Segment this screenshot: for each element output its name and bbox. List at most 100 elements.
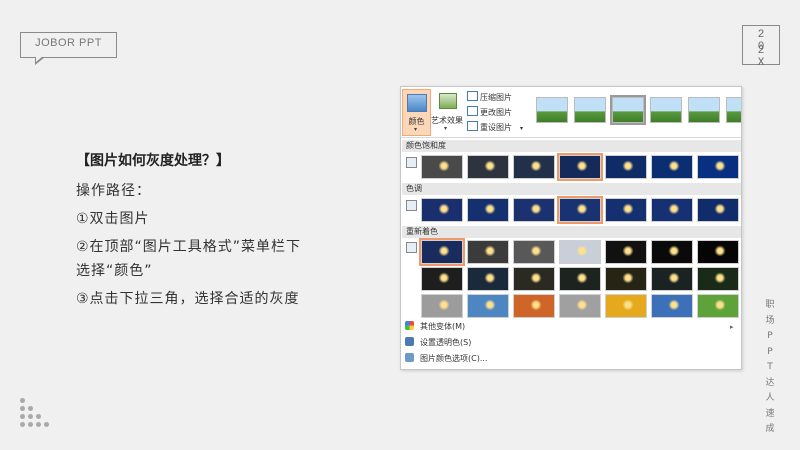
decor-dot bbox=[36, 414, 41, 419]
color-dropdown-panel: 颜色 ▾ 艺术效果 ▾ 压缩图片 更改图片 重设图片 ▾ 颜色饱和度 色调 重新着… bbox=[400, 86, 742, 370]
color-variant-thumb[interactable] bbox=[557, 153, 603, 181]
art-effects-icon bbox=[439, 93, 457, 109]
dropdown-arrow-icon: ▾ bbox=[520, 125, 524, 132]
reset-icon bbox=[467, 121, 478, 131]
change-picture-icon bbox=[467, 106, 478, 116]
picture-style-thumb[interactable] bbox=[610, 95, 646, 125]
saturation-icon bbox=[406, 157, 417, 168]
color-variant-thumb[interactable] bbox=[467, 155, 509, 179]
color-variant-thumb[interactable] bbox=[513, 267, 555, 291]
color-variant-thumb[interactable] bbox=[513, 294, 555, 318]
step-2a: ②在顶部“图片工具格式”菜单栏下 bbox=[76, 239, 302, 255]
side-char: 人 bbox=[765, 393, 775, 403]
color-icon bbox=[407, 94, 427, 112]
reset-picture-button[interactable]: 重设图片 ▾ bbox=[467, 121, 523, 133]
color-variant-thumb[interactable] bbox=[513, 240, 555, 264]
color-options-label: 图片颜色选项(C)... bbox=[420, 354, 488, 363]
more-variants-label: 其他变体(M) bbox=[420, 322, 466, 331]
color-variant-thumb[interactable] bbox=[421, 267, 463, 291]
dropdown-arrow-icon: ▾ bbox=[444, 125, 448, 132]
color-variant-thumb[interactable] bbox=[605, 198, 647, 222]
art-effects-button[interactable]: 艺术效果 ▾ bbox=[431, 89, 463, 134]
picture-style-thumb[interactable] bbox=[574, 97, 606, 123]
compress-label: 压缩图片 bbox=[480, 93, 512, 102]
year-row-2: 2 X bbox=[757, 45, 773, 69]
side-char: P bbox=[767, 331, 773, 341]
color-variant-thumb[interactable] bbox=[513, 198, 555, 222]
change-label: 更改图片 bbox=[480, 108, 512, 117]
decor-dot bbox=[20, 414, 25, 419]
color-button[interactable]: 颜色 ▾ bbox=[402, 89, 431, 136]
side-char: T bbox=[767, 362, 773, 372]
color-variant-thumb[interactable] bbox=[605, 294, 647, 318]
color-variant-thumb[interactable] bbox=[421, 198, 463, 222]
set-transparent-item[interactable]: 设置透明色(S) bbox=[405, 336, 471, 350]
picture-style-thumb[interactable] bbox=[726, 97, 741, 123]
color-variant-thumb[interactable] bbox=[697, 240, 739, 264]
color-variant-thumb[interactable] bbox=[421, 294, 463, 318]
color-variant-thumb[interactable] bbox=[559, 267, 601, 291]
decor-dot bbox=[44, 422, 49, 427]
reset-label: 重设图片 bbox=[480, 123, 512, 132]
picture-style-thumb[interactable] bbox=[688, 97, 720, 123]
picture-style-thumb[interactable] bbox=[536, 97, 568, 123]
logo-text: JOBOR PPT bbox=[35, 37, 102, 49]
color-variant-thumb[interactable] bbox=[421, 155, 463, 179]
decor-dot bbox=[28, 414, 33, 419]
decor-dots bbox=[20, 398, 60, 430]
decor-dot bbox=[28, 406, 33, 411]
color-variant-thumb[interactable] bbox=[467, 294, 509, 318]
change-picture-button[interactable]: 更改图片 bbox=[467, 106, 512, 118]
color-variant-thumb[interactable] bbox=[651, 198, 693, 222]
side-vertical-text: 职 场 P P T 达 人 速 成 bbox=[762, 298, 778, 438]
decor-dot bbox=[20, 422, 25, 427]
step-3: ③点击下拉三角，选择合适的灰度 bbox=[76, 291, 300, 307]
color-variant-thumb[interactable] bbox=[513, 155, 555, 179]
side-char: 场 bbox=[765, 315, 775, 326]
color-variant-thumb[interactable] bbox=[651, 155, 693, 179]
color-variant-thumb[interactable] bbox=[651, 240, 693, 264]
palette-icon bbox=[405, 321, 414, 330]
color-variant-thumb[interactable] bbox=[697, 155, 739, 179]
step-2b: 选择“颜色” bbox=[76, 263, 153, 279]
color-variant-thumb[interactable] bbox=[419, 238, 465, 266]
transparent-icon bbox=[405, 337, 414, 346]
recolor-icon bbox=[406, 242, 417, 253]
decor-dot bbox=[36, 422, 41, 427]
color-variant-thumb[interactable] bbox=[697, 267, 739, 291]
color-variant-thumb[interactable] bbox=[651, 294, 693, 318]
color-variant-thumb[interactable] bbox=[467, 198, 509, 222]
picture-style-thumb[interactable] bbox=[650, 97, 682, 123]
decor-dot bbox=[28, 422, 33, 427]
section-saturation: 颜色饱和度 bbox=[402, 140, 741, 152]
color-variant-thumb[interactable] bbox=[651, 267, 693, 291]
set-transparent-label: 设置透明色(S) bbox=[420, 338, 472, 347]
year-box: 2 0 2 X bbox=[742, 25, 780, 69]
picture-styles-gallery bbox=[534, 94, 741, 128]
compress-icon bbox=[467, 91, 478, 101]
color-variant-thumb[interactable] bbox=[467, 240, 509, 264]
color-variant-thumb[interactable] bbox=[557, 196, 603, 224]
color-variant-thumb[interactable] bbox=[605, 240, 647, 264]
color-variant-thumb[interactable] bbox=[559, 240, 601, 264]
section-tone: 色调 bbox=[402, 183, 741, 195]
color-options-item[interactable]: 图片颜色选项(C)... bbox=[405, 352, 487, 366]
color-variant-thumb[interactable] bbox=[559, 294, 601, 318]
tone-icon bbox=[406, 200, 417, 211]
logo-box: JOBOR PPT bbox=[20, 32, 117, 65]
color-variant-thumb[interactable] bbox=[605, 155, 647, 179]
color-variant-thumb[interactable] bbox=[605, 267, 647, 291]
decor-dot bbox=[20, 406, 25, 411]
side-char: 职 bbox=[765, 300, 775, 310]
color-variant-thumb[interactable] bbox=[467, 267, 509, 291]
submenu-arrow-icon: ▸ bbox=[730, 323, 734, 331]
compress-picture-button[interactable]: 压缩图片 bbox=[467, 91, 512, 103]
side-char: 达 bbox=[765, 377, 775, 388]
decor-dot bbox=[20, 398, 25, 403]
color-variant-thumb[interactable] bbox=[697, 294, 739, 318]
logo-tail bbox=[35, 56, 45, 65]
color-variant-thumb[interactable] bbox=[697, 198, 739, 222]
section-recolor: 重新着色 bbox=[402, 226, 741, 238]
side-char: 成 bbox=[765, 424, 775, 434]
more-variants-item[interactable]: 其他变体(M) bbox=[405, 320, 465, 334]
